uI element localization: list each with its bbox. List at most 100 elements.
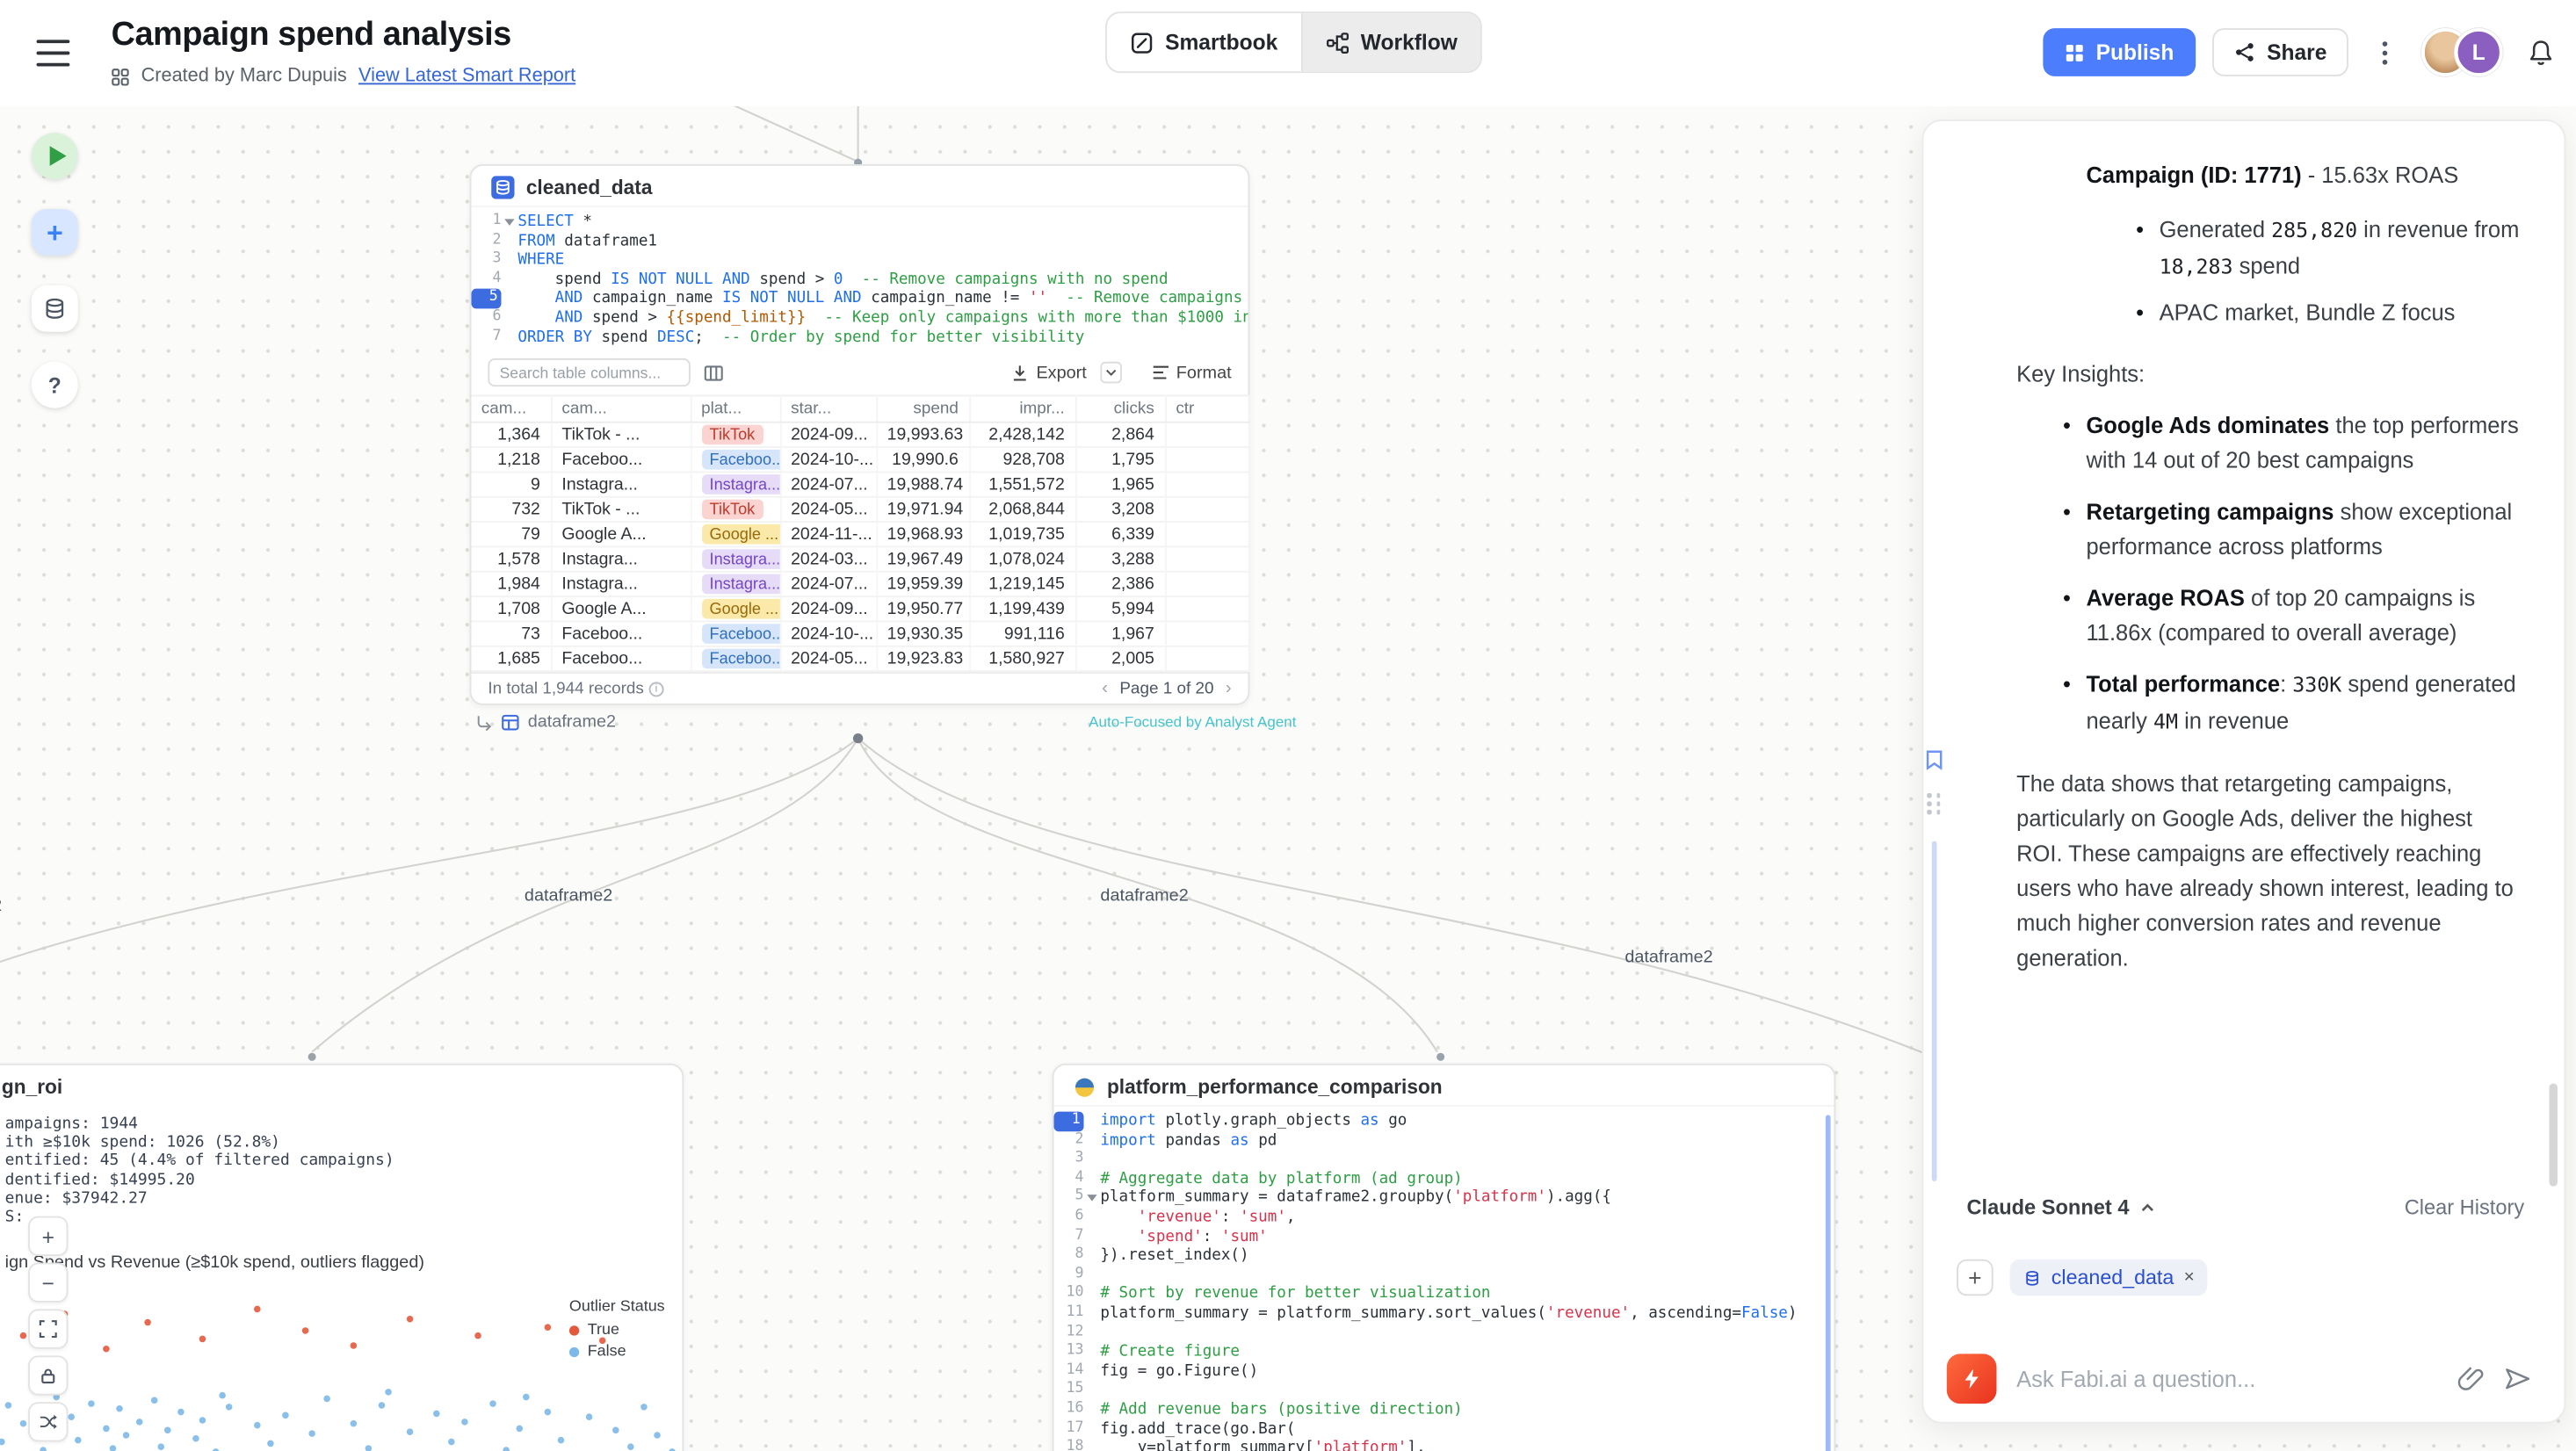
run-all-button[interactable]	[32, 133, 78, 179]
clear-history-button[interactable]: Clear History	[2405, 1196, 2524, 1219]
table-cell: 1,019,735	[969, 522, 1075, 546]
zoom-out-button[interactable]: −	[28, 1263, 68, 1303]
code-line: 18 y=platform_summary['platform'],	[1054, 1439, 1834, 1451]
fit-view-button[interactable]	[28, 1309, 68, 1348]
insight-bullet: APAC market, Bundle Z focus	[2160, 295, 2522, 330]
column-header[interactable]: cam...	[471, 396, 551, 422]
info-icon[interactable]: i	[649, 682, 664, 697]
column-header[interactable]: impr...	[969, 396, 1075, 422]
scatter-point	[351, 1420, 358, 1427]
table-cell: Instagra...	[551, 572, 691, 596]
fold-icon[interactable]	[1087, 1195, 1096, 1202]
model-selector[interactable]: Claude Sonnet 4	[1966, 1196, 2155, 1219]
table-row[interactable]: 79Google A...Google ...2024-11-...19,968…	[471, 522, 1248, 546]
add-context-button[interactable]: +	[1957, 1260, 1994, 1296]
table-cell: TikTok - ...	[551, 422, 691, 447]
console-line: S:	[5, 1208, 683, 1226]
table-cell	[1165, 473, 1248, 497]
publish-button[interactable]: Publish	[2043, 28, 2196, 76]
code-line: 3	[1054, 1150, 1834, 1169]
export-options-button[interactable]	[1100, 362, 1122, 384]
column-header[interactable]: plat...	[691, 396, 780, 422]
table-row[interactable]: 732TikTok - ...TikTok2024-05...19,971.94…	[471, 497, 1248, 522]
table-row[interactable]: 1,218Faceboo...Faceboo...2024-10-...19,9…	[471, 447, 1248, 472]
more-options-button[interactable]	[2365, 28, 2405, 76]
node-campaign-roi[interactable]: gn_roi ampaigns: 1944ith ≥$10k spend: 10…	[0, 1064, 684, 1451]
node-platform-performance[interactable]: platform_performance_comparison 1import …	[1053, 1064, 1836, 1451]
share-button[interactable]: Share	[2212, 28, 2348, 76]
send-button[interactable]	[2505, 1366, 2531, 1392]
columns-icon[interactable]	[704, 363, 724, 383]
python-editor[interactable]: 1import plotly.graph_objects as go2impor…	[1054, 1105, 1834, 1451]
code-line: 17fig.add_trace(go.Bar(	[1054, 1419, 1834, 1439]
scatter-point	[19, 1332, 26, 1339]
zoom-in-button[interactable]: +	[28, 1216, 68, 1256]
column-header[interactable]: cam...	[551, 396, 691, 422]
shuffle-layout-button[interactable]	[28, 1402, 68, 1441]
scatter-point	[461, 1419, 468, 1426]
prev-page-button[interactable]: ‹	[1102, 679, 1108, 699]
scatter-point	[116, 1406, 123, 1413]
scatter-point	[227, 1404, 234, 1411]
table-row[interactable]: 73Faceboo...Faceboo...2024-10-...19,930.…	[471, 622, 1248, 646]
table-row[interactable]: 1,578Instagra...Instagra...2024-03...19,…	[471, 547, 1248, 572]
lock-button[interactable]	[28, 1355, 68, 1395]
table-row[interactable]: 9Instagra...Instagra...2024-07...19,988.…	[471, 473, 1248, 497]
panel-edge-controls	[1925, 750, 1943, 1180]
scatter-plot[interactable]	[0, 1274, 682, 1451]
table-row[interactable]: 1,685Faceboo...Faceboo...2024-05...19,92…	[471, 646, 1248, 671]
table-cell: 2024-09...	[780, 596, 877, 621]
notifications-button[interactable]	[2520, 28, 2563, 76]
column-header[interactable]: clicks	[1075, 396, 1165, 422]
export-button[interactable]: Export	[1011, 363, 1087, 383]
tab-workflow[interactable]: Workflow	[1301, 13, 1481, 71]
code-line: 8}).reset_index()	[1054, 1246, 1834, 1266]
chat-input[interactable]	[2016, 1367, 2438, 1391]
insight-bullet: Average ROAS of top 20 campaigns is 11.8…	[2086, 581, 2521, 650]
platform-badge: Instagra...	[701, 574, 780, 595]
column-header[interactable]: ctr	[1165, 396, 1248, 422]
console-line: enue: $37942.27	[5, 1189, 683, 1208]
context-chip-label: cleaned_data	[2051, 1266, 2174, 1289]
table-row[interactable]: 1,708Google A...Google ...2024-09...19,9…	[471, 596, 1248, 621]
scatter-point	[89, 1400, 96, 1407]
table-row[interactable]: 1,364TikTok - ...TikTok2024-09...19,993.…	[471, 422, 1248, 447]
pagination: ‹ Page 1 of 20 ›	[1102, 679, 1231, 699]
kebab-icon	[2382, 39, 2389, 65]
next-page-button[interactable]: ›	[1226, 679, 1232, 699]
table-cell: 19,988.74	[876, 473, 969, 497]
smart-report-link[interactable]: View Latest Smart Report	[358, 67, 575, 87]
fold-icon[interactable]	[504, 219, 514, 226]
help-button[interactable]: ?	[32, 362, 78, 408]
column-header[interactable]: spend	[876, 396, 969, 422]
panel-pin-icon[interactable]	[1925, 750, 1943, 770]
table-cell: 3,288	[1075, 547, 1165, 572]
menu-icon[interactable]	[37, 40, 70, 66]
column-header[interactable]: star...	[780, 396, 877, 422]
scatter-point	[385, 1390, 392, 1397]
context-chip[interactable]: cleaned_data ×	[2010, 1260, 2208, 1296]
search-columns-input[interactable]	[488, 358, 690, 386]
avatar-group[interactable]: L	[2421, 28, 2503, 76]
data-sources-button[interactable]	[32, 285, 78, 332]
scatter-point	[655, 1433, 662, 1440]
chevron-down-icon	[1105, 369, 1117, 377]
panel-resize-handle[interactable]	[1932, 841, 1937, 1180]
code-line: 5platform_summary = dataframe2.groupby('…	[1054, 1188, 1834, 1208]
sql-editor[interactable]: 1SELECT *2FROM dataframe13WHERE4 spend I…	[471, 206, 1248, 350]
attach-button[interactable]	[2458, 1366, 2485, 1392]
scatter-point	[524, 1394, 531, 1401]
tab-smartbook[interactable]: Smartbook	[1107, 13, 1301, 71]
node-cleaned-data[interactable]: cleaned_data 1SELECT *2FROM dataframe13W…	[470, 164, 1250, 705]
table-row[interactable]: 1,984Instagra...Instagra...2024-07...19,…	[471, 572, 1248, 596]
panel-scrollbar[interactable]	[2550, 1084, 2558, 1187]
format-button[interactable]: Format	[1151, 363, 1231, 383]
panel-drag-handle[interactable]	[1928, 793, 1942, 814]
editor-scrollbar[interactable]	[1826, 1115, 1831, 1451]
add-cell-button[interactable]: +	[32, 209, 78, 256]
code-line: 10# Sort by revenue for better visualiza…	[1054, 1285, 1834, 1304]
remove-context-icon[interactable]: ×	[2184, 1267, 2195, 1288]
page-title: Campaign spend analysis	[112, 17, 511, 54]
output-variable[interactable]: dataframe2	[474, 711, 616, 732]
avatar[interactable]: L	[2455, 28, 2503, 76]
